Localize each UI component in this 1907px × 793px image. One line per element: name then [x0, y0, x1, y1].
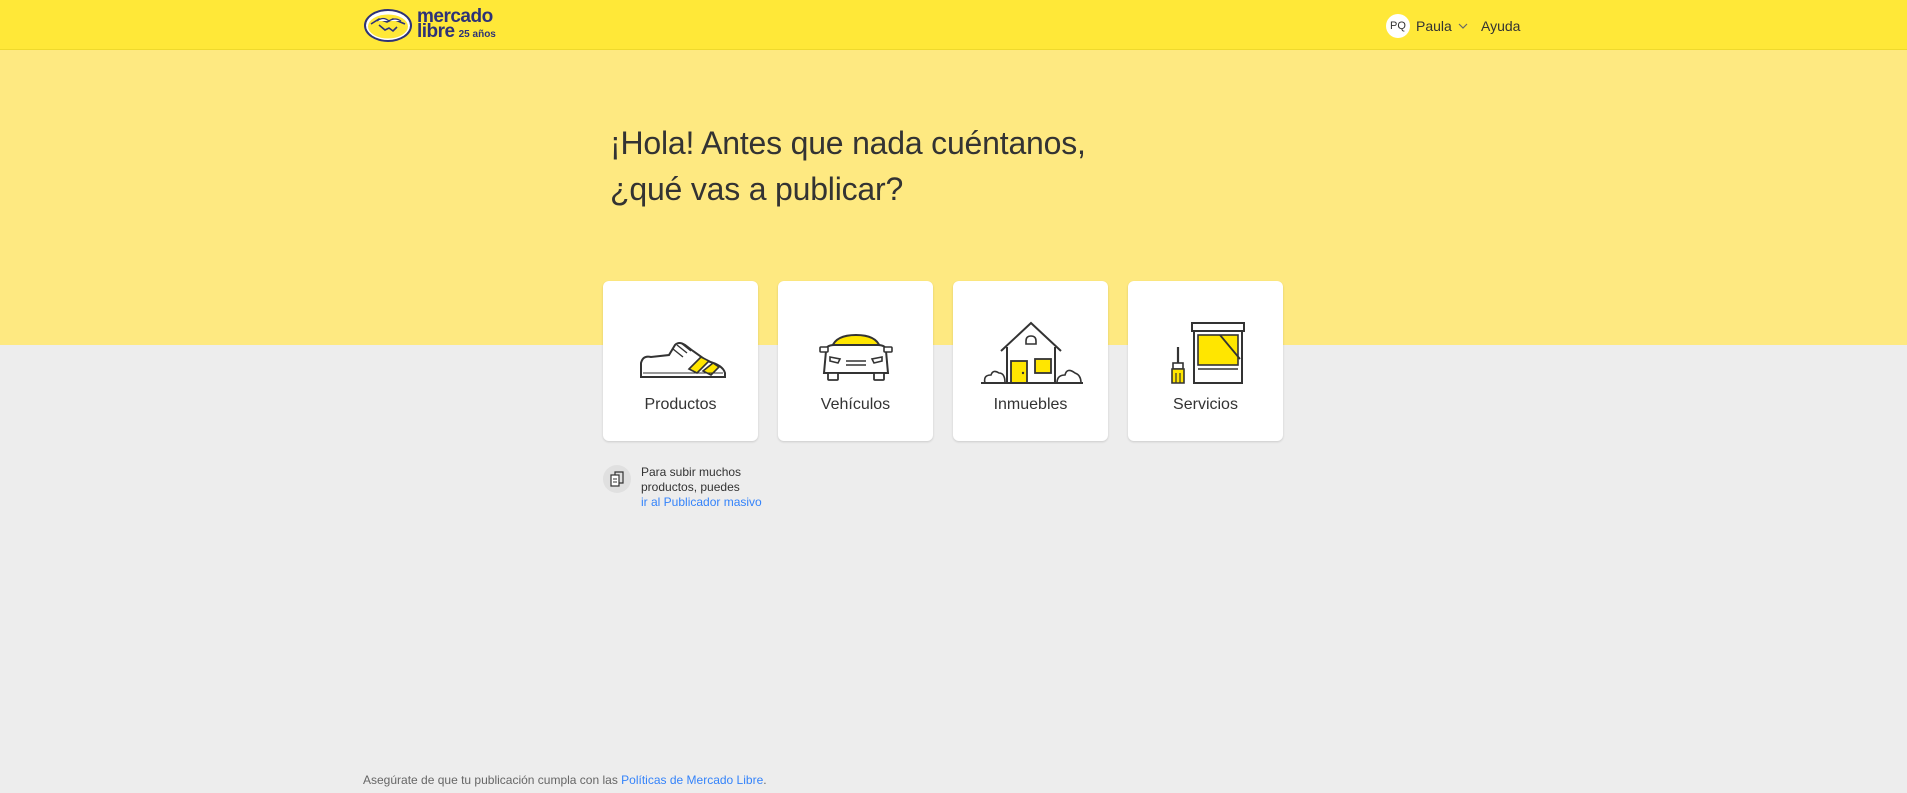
- category-label: Inmuebles: [993, 396, 1068, 413]
- category-card-servicios[interactable]: Servicios: [1128, 281, 1283, 441]
- category-card-productos[interactable]: Productos: [603, 281, 758, 441]
- help-link[interactable]: Ayuda: [1481, 18, 1520, 34]
- bulk-publisher-text: Para subir muchos productos, puedes: [641, 465, 742, 494]
- category-card-inmuebles[interactable]: Inmuebles: [953, 281, 1108, 441]
- policy-note-suffix: .: [763, 773, 767, 787]
- car-icon: [818, 333, 893, 381]
- user-menu[interactable]: PQ Paula: [1386, 14, 1468, 38]
- category-label: Productos: [644, 396, 717, 413]
- paint-tools-icon: [1170, 322, 1245, 384]
- top-header: mercado libre 25 años PQ Paula Ayuda: [0, 0, 1907, 50]
- mercado-libre-logo[interactable]: mercado libre 25 años: [363, 7, 496, 43]
- documents-icon: [603, 465, 631, 493]
- house-icon: [980, 321, 1083, 384]
- policy-note-text: Asegúrate de que tu publicación cumpla c…: [363, 773, 622, 787]
- category-label: Servicios: [1173, 396, 1238, 413]
- logo-text-libre: libre: [417, 20, 455, 42]
- chevron-down-icon: [1458, 23, 1468, 29]
- page-title-line2: ¿qué vas a publicar?: [610, 171, 904, 207]
- category-card-vehiculos[interactable]: Vehículos: [778, 281, 933, 441]
- category-label: Vehículos: [820, 396, 891, 413]
- avatar: PQ: [1386, 14, 1410, 38]
- policy-note: Asegúrate de que tu publicación cumpla c…: [363, 773, 767, 787]
- category-cards: Productos Vehículos Inmuebles Servicios: [603, 281, 1283, 441]
- bulk-publisher-hint: Para subir muchos productos, puedes ir a…: [603, 465, 771, 510]
- page-title: ¡Hola! Antes que nada cuéntanos, ¿qué va…: [610, 120, 1086, 212]
- page-title-line1: ¡Hola! Antes que nada cuéntanos,: [610, 125, 1086, 161]
- handshake-logo-icon: [364, 8, 412, 42]
- user-name: Paula: [1416, 18, 1452, 34]
- logo-badge: 25 años: [458, 28, 496, 40]
- sneaker-icon: [639, 342, 726, 378]
- bulk-publisher-link[interactable]: ir al Publicador masivo: [641, 495, 771, 510]
- policy-link[interactable]: Políticas de Mercado Libre: [621, 773, 763, 787]
